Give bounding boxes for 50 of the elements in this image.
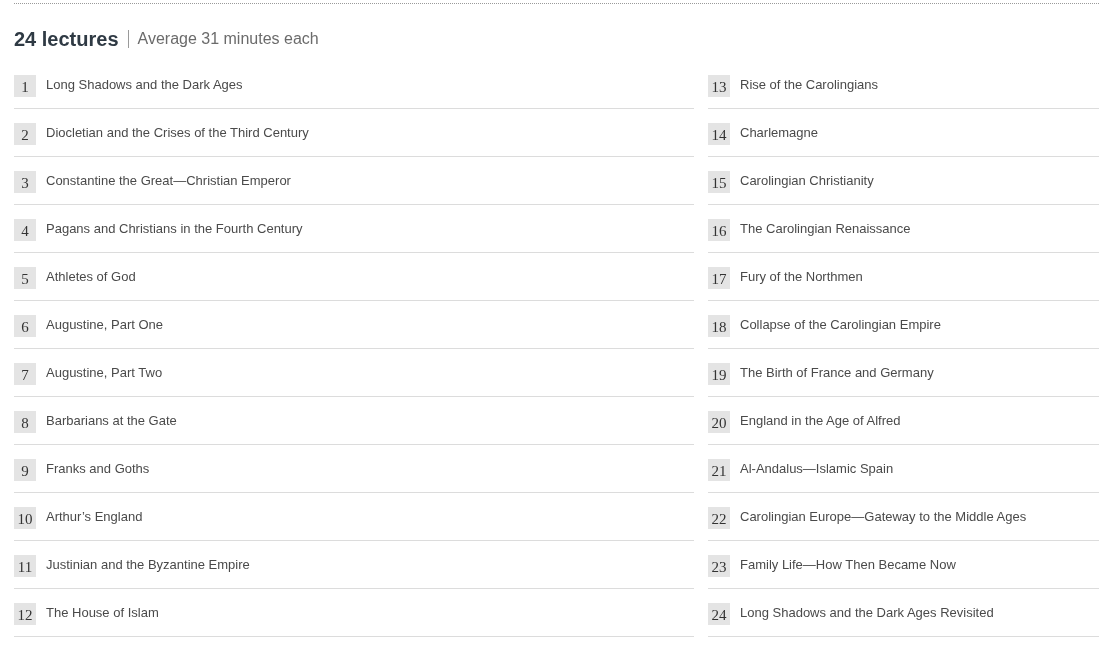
lecture-number: 8 [14, 410, 36, 433]
lecture-number: 14 [708, 122, 730, 145]
lecture-title: England in the Age of Alfred [740, 411, 901, 430]
lecture-title: Charlemagne [740, 123, 819, 142]
lecture-number: 12 [14, 602, 36, 625]
lecture-number: 24 [708, 602, 730, 625]
lecture-number: 16 [708, 218, 730, 241]
lecture-number: 15 [708, 170, 730, 193]
lecture-count: 24 lectures [14, 27, 119, 52]
lecture-number: 21 [708, 458, 730, 481]
lecture-number: 20 [708, 410, 730, 433]
lecture-title: Rise of the Carolingians [740, 75, 879, 94]
lecture-title: The House of Islam [46, 603, 159, 622]
lecture-number: 9 [14, 458, 36, 481]
lecture-title: Augustine, Part Two [46, 363, 163, 382]
lecture-title: Diocletian and the Crises of the Third Century [46, 123, 309, 142]
lecture-number: 5 [14, 266, 36, 289]
lecture-number: 4 [14, 218, 36, 241]
lecture-number: 7 [14, 362, 36, 385]
lecture-title: The Carolingian Renaissance [740, 219, 911, 238]
lecture-title: Carolingian Christianity [740, 171, 874, 190]
lecture-title: Pagans and Christians in the Fourth Century [46, 219, 303, 238]
lecture-title: Barbarians at the Gate [46, 411, 177, 430]
lecture-title: Augustine, Part One [46, 315, 164, 334]
average-duration: Average 31 minutes each [137, 29, 319, 49]
lecture-number: 2 [14, 122, 36, 145]
lecture-title: Carolingian Europe—Gateway to the Middle Ages [740, 507, 1027, 526]
lecture-number: 17 [708, 266, 730, 289]
lecture-title: Franks and Goths [46, 459, 150, 478]
lecture-title: Collapse of the Carolingian Empire [740, 315, 941, 334]
lecture-number: 22 [708, 506, 730, 529]
lecture-number: 10 [14, 506, 36, 529]
lecture-number: 23 [708, 554, 730, 577]
lecture-title: Constantine the Great—Christian Emperor [46, 171, 291, 190]
lecture-title: Long Shadows and the Dark Ages Revisited [740, 603, 994, 622]
lecture-title: Arthur’s England [46, 507, 143, 526]
lecture-title: Athletes of God [46, 267, 136, 286]
lecture-number: 6 [14, 314, 36, 337]
lecture-title: Fury of the Northmen [740, 267, 863, 286]
lecture-title: Long Shadows and the Dark Ages [46, 75, 243, 94]
lecture-number: 18 [708, 314, 730, 337]
lecture-number: 11 [14, 554, 36, 577]
lecture-title: Family Life—How Then Became Now [740, 555, 956, 574]
lecture-title: Al-Andalus—Islamic Spain [740, 459, 894, 478]
lecture-number: 3 [14, 170, 36, 193]
lecture-number: 19 [708, 362, 730, 385]
lecture-title: Justinian and the Byzantine Empire [46, 555, 250, 574]
lecture-title: The Birth of France and Germany [740, 363, 934, 382]
lecture-number: 1 [14, 74, 36, 97]
lecture-number: 13 [708, 74, 730, 97]
